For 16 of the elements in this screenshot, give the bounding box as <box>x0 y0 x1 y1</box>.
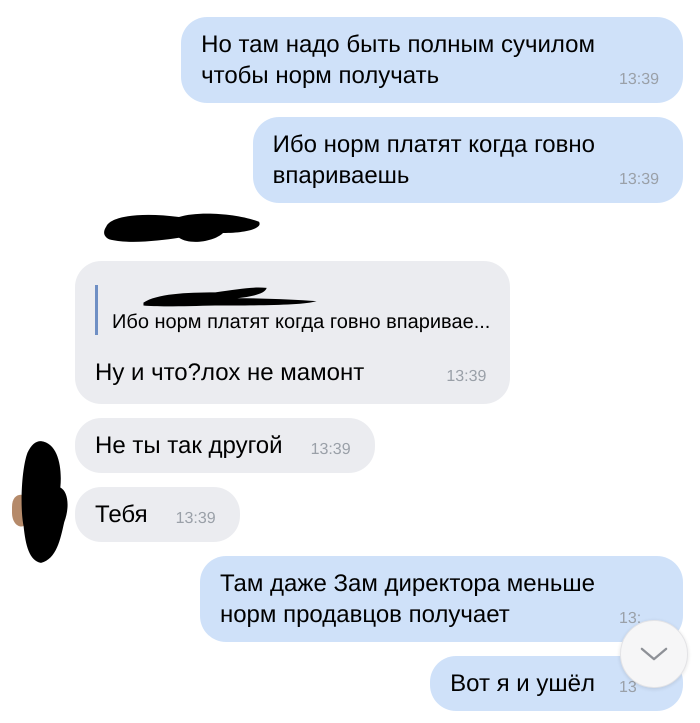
message-text: Вот я и ушёл <box>450 669 595 699</box>
chevron-down-icon <box>640 646 668 662</box>
message-time: 13 <box>619 679 638 697</box>
message-time: 13:39 <box>176 510 217 528</box>
message-text: Не ты так другой <box>95 431 283 461</box>
message-text: Тебя <box>95 500 148 530</box>
message-text: Там даже Зам директора меньше норм продавцов получает <box>220 569 595 630</box>
message-text: Ибо норм платят когда говно впариваешь <box>272 130 595 191</box>
message-time: 13: <box>619 610 642 628</box>
message-time: 13:39 <box>619 171 660 189</box>
message-time: 13:39 <box>619 71 660 89</box>
message-time: 13:39 <box>310 441 352 459</box>
message-text: Ну и что?лох не мамонт <box>95 358 364 388</box>
quote-text: Ибо норм платят когда говно впаривае... <box>112 310 490 335</box>
message-text: Но там надо быть полным сучилом чтобы норм получать <box>201 30 595 91</box>
message-time: 13:39 <box>446 368 488 386</box>
